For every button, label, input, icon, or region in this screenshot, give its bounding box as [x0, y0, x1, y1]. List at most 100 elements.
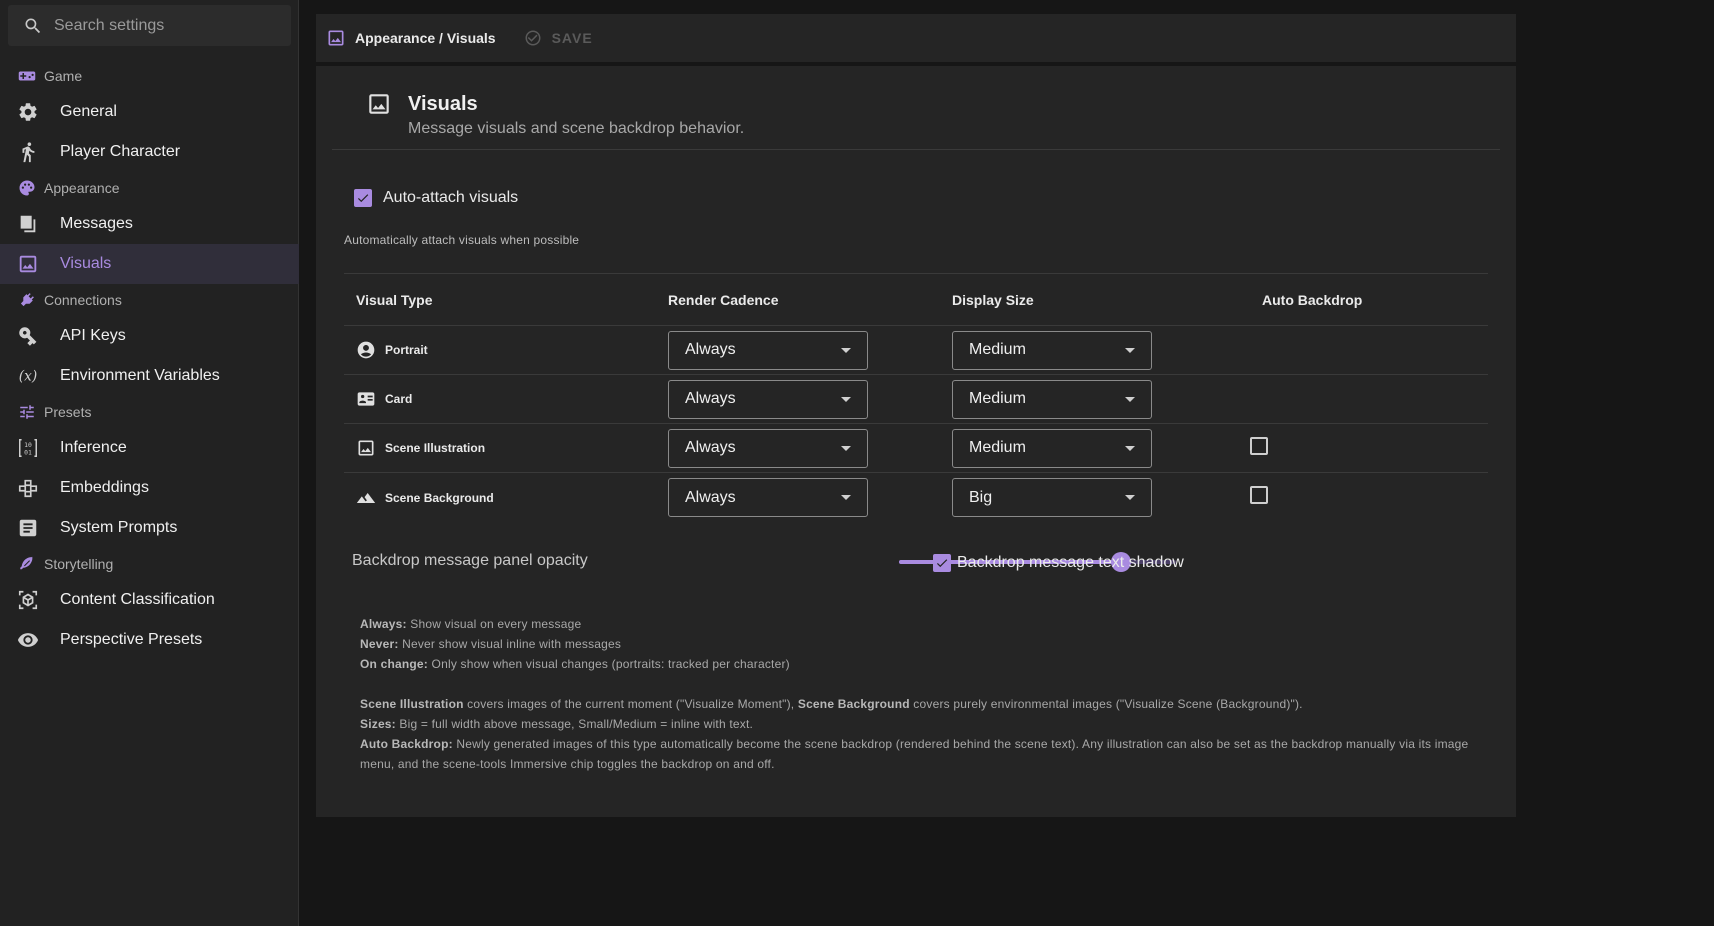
header-auto-backdrop: Auto Backdrop: [1262, 291, 1363, 308]
sidebar-item-api-keys[interactable]: API Keys: [0, 316, 299, 356]
visual-type-cell: Card: [344, 389, 668, 409]
table-header: Visual Type Render Cadence Display Size …: [344, 274, 1488, 326]
render-cadence-select[interactable]: Always: [668, 428, 868, 468]
sidebar-section-storytelling: Storytelling: [0, 548, 299, 580]
chevron-down-icon: [841, 347, 851, 353]
display-size-select[interactable]: Medium: [952, 330, 1152, 370]
key-icon: [19, 327, 37, 346]
auto-backdrop-checkbox[interactable]: [1250, 486, 1268, 504]
table-row: Scene Background Always Big: [344, 473, 1488, 522]
display-size-value: Big: [969, 488, 993, 506]
sidebar-item-messages[interactable]: Messages: [0, 204, 299, 244]
sidebar-item-general[interactable]: General: [0, 92, 299, 132]
sidebar-item-label: Inference: [60, 439, 127, 456]
image-icon: [358, 440, 374, 456]
text-shadow-toggle[interactable]: Backdrop message text shadow: [933, 554, 1184, 572]
auto-attach-checkbox[interactable]: [354, 189, 372, 207]
legend-sizes: Sizes: Big = full width above message, S…: [360, 717, 754, 731]
render-cadence-select[interactable]: Always: [668, 330, 868, 370]
sidebar-nav: Game General Player Character Appearance Mes…: [0, 60, 299, 660]
palette-icon: [19, 180, 35, 196]
sidebar-item-embeddings[interactable]: Embeddings: [0, 468, 299, 508]
image-icon: [328, 30, 344, 46]
auto-attach-toggle[interactable]: Auto-attach visuals: [354, 189, 518, 207]
check-icon: [936, 559, 948, 568]
visual-type-name: Scene Illustration: [385, 441, 486, 455]
sidebar-item-content-classification[interactable]: Content Classification: [0, 580, 299, 620]
sidebar-item-label: General: [60, 103, 117, 120]
sidebar-section-label: Connections: [44, 292, 122, 308]
visual-type-cell: Scene Illustration: [344, 438, 668, 458]
text-shadow-checkbox[interactable]: [933, 554, 951, 572]
chevron-down-icon: [1125, 445, 1135, 451]
visual-type-name: Card: [385, 392, 413, 406]
display-size-value: Medium: [969, 439, 1026, 456]
visual-type-name: Portrait: [385, 343, 428, 357]
sidebar-item-visuals[interactable]: Visuals: [0, 244, 299, 284]
sidebar-item-label: System Prompts: [60, 519, 178, 536]
visual-type-cell: Portrait: [344, 340, 668, 360]
save-button[interactable]: SAVE: [524, 29, 593, 47]
cube-scan-icon: [18, 590, 38, 610]
sidebar-item-label: Embeddings: [60, 479, 149, 496]
sidebar-item-label: API Keys: [60, 327, 126, 344]
render-cadence-value: Always: [685, 439, 736, 456]
table-row: Card Always Medium: [344, 375, 1488, 424]
sidebar-section-label: Game: [44, 68, 83, 84]
auto-attach-hint: Automatically attach visuals when possib…: [344, 233, 580, 247]
display-size-select[interactable]: Medium: [952, 379, 1152, 419]
render-cadence-select[interactable]: Always: [668, 379, 868, 419]
legend-auto-backdrop: Auto Backdrop: Newly generated images of…: [360, 737, 1469, 771]
sidebar-section-connections: Connections: [0, 284, 299, 316]
person-icon: [22, 142, 35, 163]
settings-sidebar: Game General Player Character Appearance Mes…: [0, 0, 299, 926]
sidebar-item-label: Player Character: [60, 143, 181, 160]
sidebar-section-label: Storytelling: [44, 556, 114, 572]
chevron-down-icon: [1125, 396, 1135, 402]
display-size-select[interactable]: Medium: [952, 428, 1152, 468]
table-row: Scene Illustration Always Medium: [344, 424, 1488, 473]
legend-help: Always: Show visual on every message Nev…: [360, 614, 1480, 774]
plug-icon: [20, 293, 34, 307]
chevron-down-icon: [841, 396, 851, 402]
legend-always: Always: Show visual on every message: [360, 617, 582, 631]
search-box[interactable]: [8, 5, 291, 46]
svg-text:01: 01: [24, 448, 32, 456]
chevron-down-icon: [1125, 347, 1135, 353]
check-icon: [357, 194, 369, 203]
visual-type-name: Scene Background: [385, 490, 494, 505]
render-cadence-select[interactable]: Always: [668, 478, 868, 517]
visual-type-cell: Scene Background: [344, 488, 668, 508]
display-size-select[interactable]: Big: [952, 478, 1152, 517]
search-icon: [25, 18, 41, 33]
legend-never: Never: Never show visual inline with mes…: [360, 637, 622, 651]
render-cadence-value: Always: [685, 341, 736, 358]
chevron-down-icon: [841, 495, 851, 500]
eye-icon: [17, 633, 39, 647]
sidebar-item-player-character[interactable]: Player Character: [0, 132, 299, 172]
table-row: Portrait Always Medium: [344, 326, 1488, 375]
sidebar-item-system-prompts[interactable]: System Prompts: [0, 508, 299, 548]
image-icon: [19, 255, 37, 273]
breadcrumb: Appearance / Visuals: [355, 30, 496, 46]
sidebar-item-inference[interactable]: 10 01 Inference: [0, 428, 299, 468]
legend-scene-types: Scene Illustration covers images of the …: [360, 697, 1303, 711]
panel-header: Visuals Message visuals and scene backdr…: [332, 66, 1500, 150]
search-input[interactable]: [54, 16, 274, 35]
document-icon: [19, 519, 37, 537]
account-circle-icon: [357, 341, 375, 359]
svg-text:(x): (x): [19, 369, 37, 385]
save-label: SAVE: [551, 30, 593, 46]
sidebar-section-game: Game: [0, 60, 299, 92]
render-cadence-value: Always: [685, 488, 736, 506]
auto-backdrop-cell: [1250, 486, 1488, 509]
gear-icon: [19, 103, 37, 121]
auto-backdrop-checkbox[interactable]: [1250, 436, 1268, 455]
sidebar-item-label: Visuals: [60, 255, 112, 272]
messages-icon: [20, 215, 36, 233]
sidebar-item-perspective-presets[interactable]: Perspective Presets: [0, 620, 299, 660]
gamepad-icon: [18, 71, 36, 81]
legend-onchange: On change: Only show when visual changes…: [360, 657, 790, 671]
sidebar-item-label: Perspective Presets: [60, 631, 203, 648]
sidebar-item-environment-variables[interactable]: (x) Environment Variables: [0, 356, 299, 396]
